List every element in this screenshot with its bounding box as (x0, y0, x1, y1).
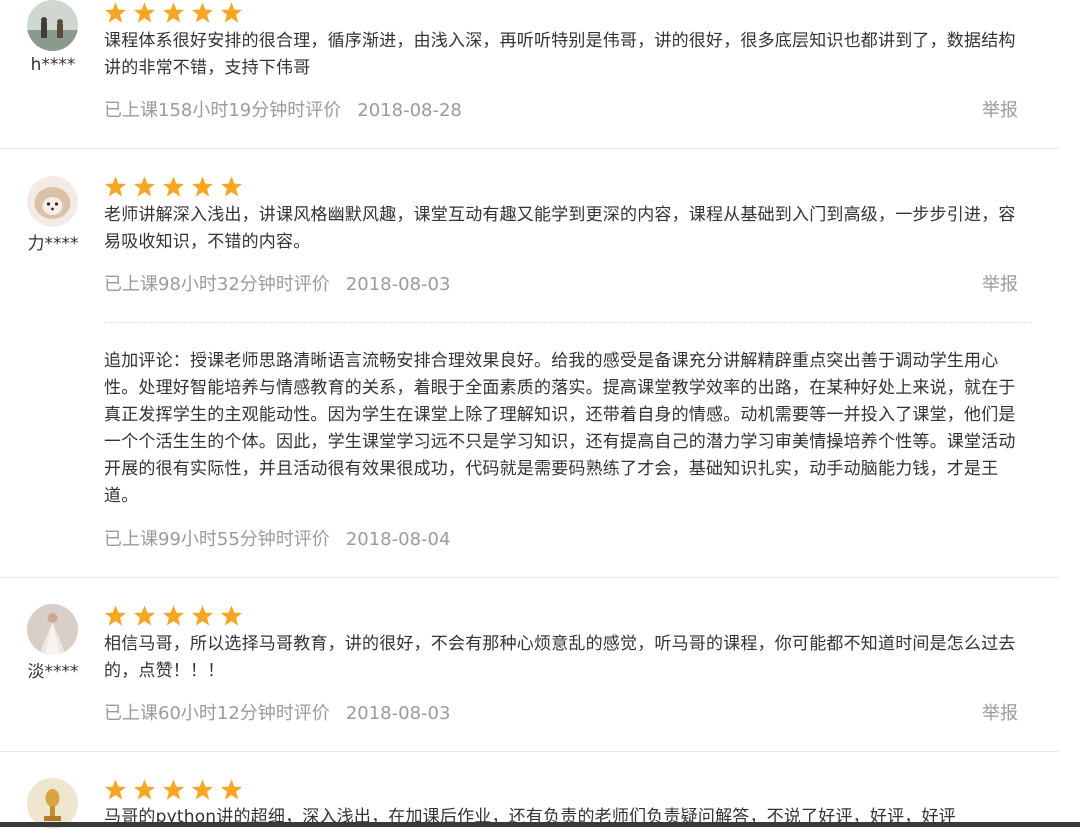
star-icon (104, 176, 127, 197)
username: h**** (30, 55, 76, 75)
hedgehog-avatar-icon[interactable] (27, 176, 78, 227)
review-divider (0, 751, 1058, 752)
star-icon (162, 2, 185, 23)
review-comment: 课程体系很好安排的很合理，循序渐进，由浅入深，再听听特别是伟哥，讲的很好，很多底… (104, 31, 1016, 78)
rating-stars (104, 605, 243, 627)
review-divider (0, 148, 1058, 149)
star-icon (133, 605, 156, 626)
report-button[interactable]: 举报 (982, 96, 1018, 122)
star-icon (133, 176, 156, 197)
star-icon (104, 605, 127, 626)
star-icon (162, 176, 185, 197)
rating-stars (104, 176, 243, 198)
username: 力**** (27, 234, 79, 254)
review-meta: 已上课98小时32分钟时评价 2018-08-03 (104, 270, 450, 296)
dress-avatar-icon[interactable] (27, 604, 78, 655)
study-time: 已上课60小时12分钟时评价 (104, 703, 330, 724)
username: 淡**** (27, 662, 79, 682)
review-meta: 已上课60小时12分钟时评价 2018-08-03 (104, 699, 450, 725)
followup-comment: 追加评论：授课老师思路清晰语言流畅安排合理效果良好。给我的感受是备课充分讲解精辟… (104, 351, 1016, 506)
study-time: 已上课158小时19分钟时评价 (104, 100, 342, 121)
star-icon (162, 779, 185, 800)
rating-stars (104, 2, 243, 24)
star-icon (220, 2, 243, 23)
followup-meta: 已上课99小时55分钟时评价 2018-08-04 (104, 525, 450, 551)
star-icon (104, 779, 127, 800)
review-date: 2018-08-28 (357, 100, 462, 121)
review-date: 2018-08-04 (345, 529, 451, 550)
star-icon (162, 605, 185, 626)
star-icon (220, 176, 243, 197)
report-button[interactable]: 举报 (982, 699, 1018, 725)
study-time: 已上课99小时55分钟时评价 (104, 529, 330, 550)
star-icon (133, 2, 156, 23)
study-time: 已上课98小时32分钟时评价 (104, 274, 330, 295)
review-meta: 已上课158小时19分钟时评价 2018-08-28 (104, 96, 462, 122)
review-date: 2018-08-03 (345, 274, 451, 295)
followup-separator (104, 322, 1032, 323)
star-icon (191, 605, 214, 626)
review-comment: 老师讲解深入浅出，讲课风格幽默风趣，课堂互动有趣又能学到更深的内容，课程从基础到… (104, 205, 1016, 252)
star-icon (220, 779, 243, 800)
review-divider (0, 577, 1058, 578)
star-icon (104, 2, 127, 23)
report-button[interactable]: 举报 (982, 270, 1018, 296)
star-icon (133, 779, 156, 800)
star-icon (191, 176, 214, 197)
star-icon (191, 779, 214, 800)
star-icon (220, 605, 243, 626)
rating-stars (104, 779, 243, 801)
review-comment: 相信马哥，所以选择马哥教育，讲的很好，不会有那种心烦意乱的感觉，听马哥的课程，你… (104, 634, 1016, 681)
review-date: 2018-08-03 (345, 703, 451, 724)
star-icon (191, 2, 214, 23)
figures-avatar-icon[interactable] (27, 0, 78, 51)
bottom-edge-bar (0, 822, 1080, 827)
